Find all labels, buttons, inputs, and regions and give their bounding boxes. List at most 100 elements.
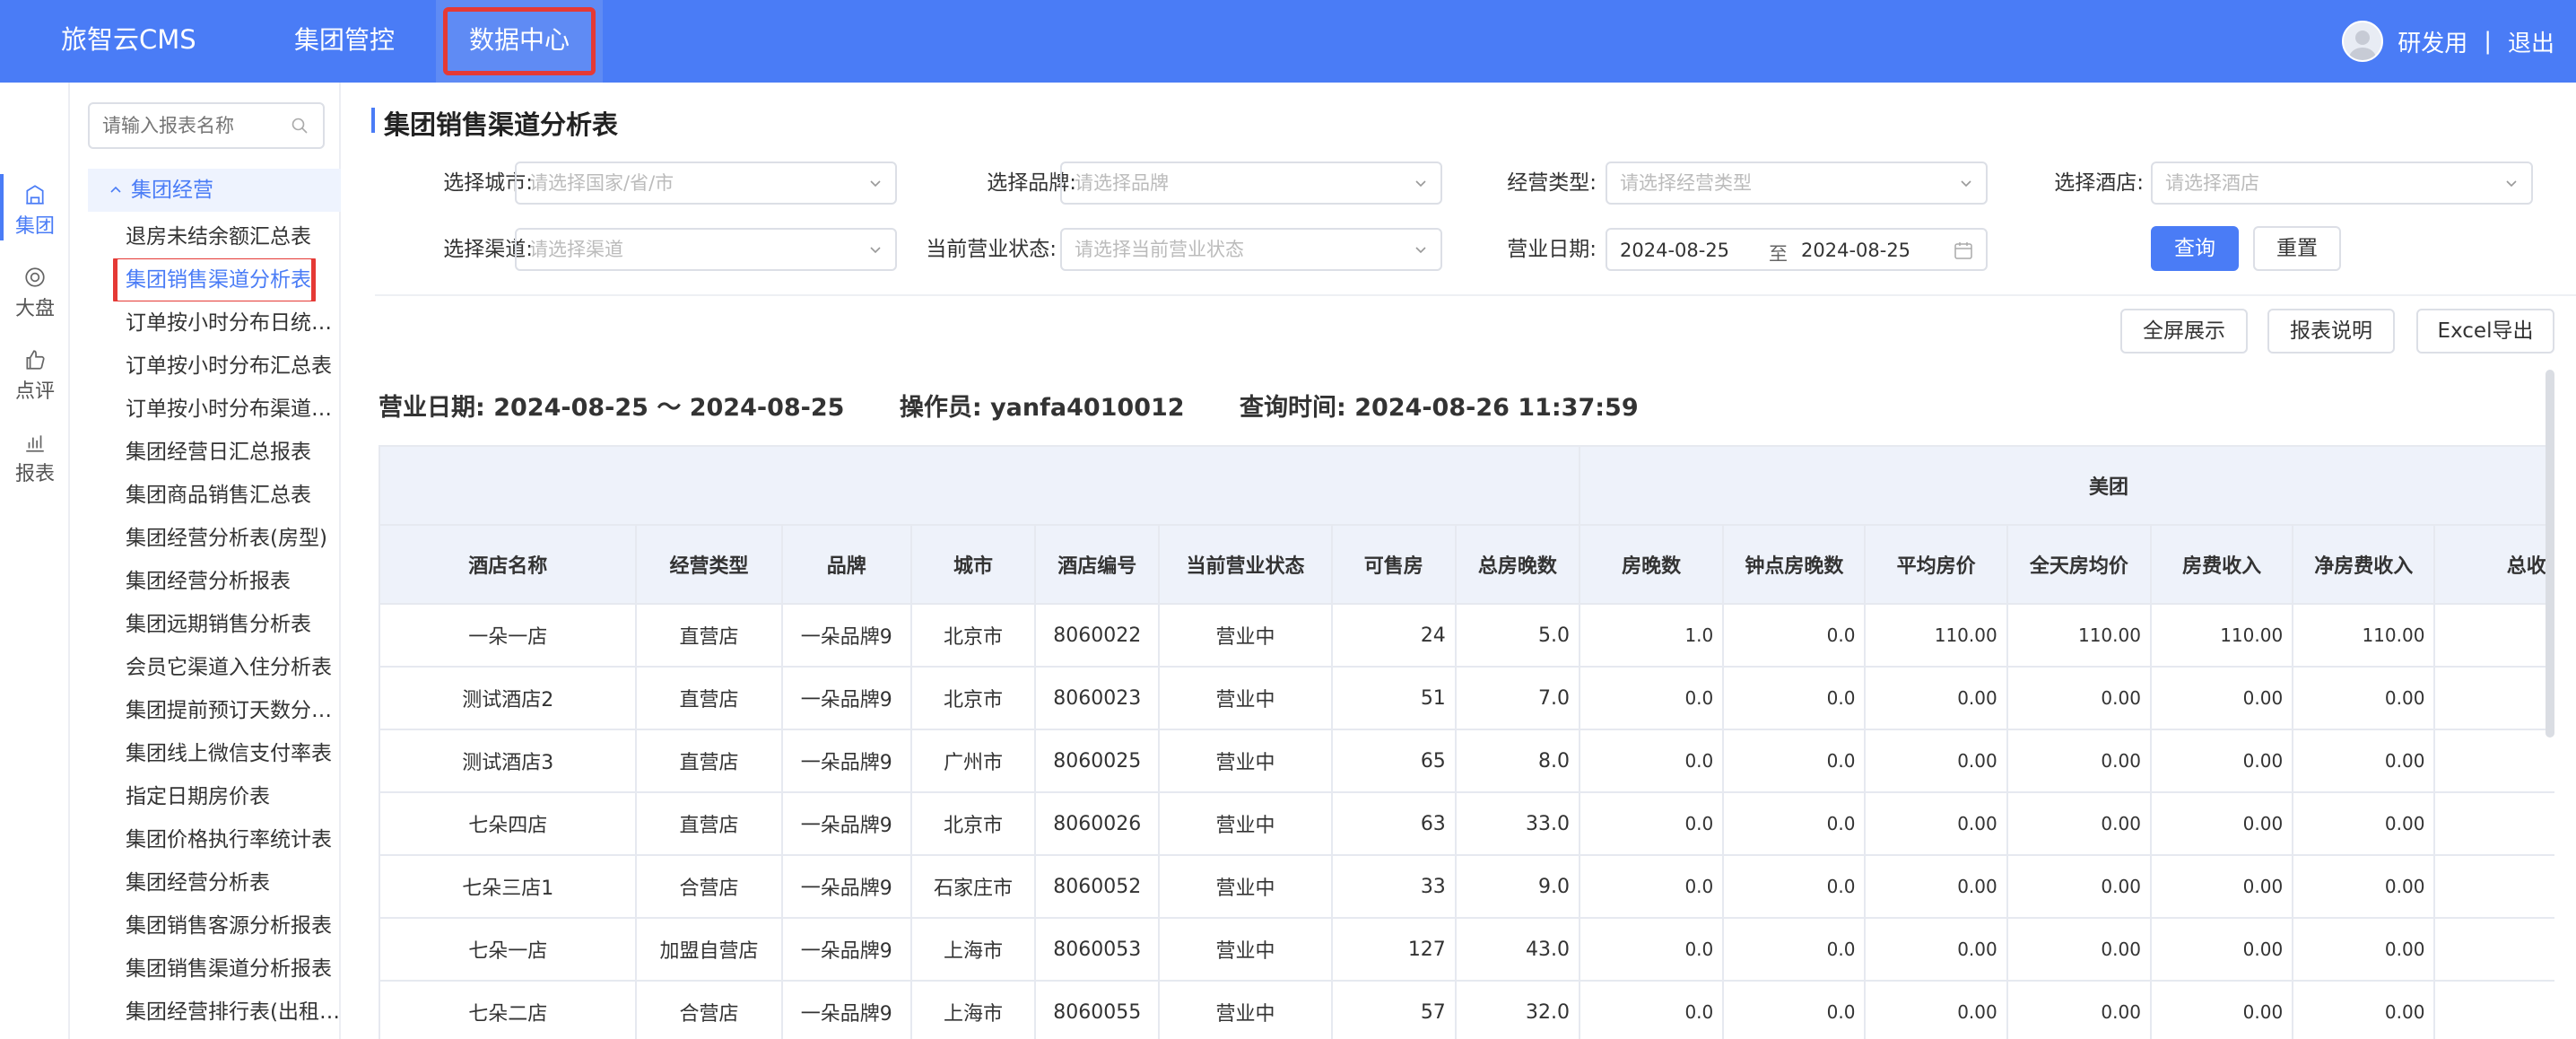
biztype-label: 经营类型: <box>1507 171 1597 195</box>
report-item[interactable]: 订单按小时分布渠道… <box>25 388 341 431</box>
report-item[interactable]: 集团价格执行率统计表 <box>25 818 341 861</box>
table-cell: 北京市 <box>909 791 1037 856</box>
table-row[interactable]: 七朵一店 加盟自营店 一朵品牌9 上海市 8060053 营业中 127 43.0 0.0 0.0… <box>379 917 2554 982</box>
table-cell: 一朵品牌9 <box>780 666 912 730</box>
biztype-select[interactable]: 请选择经营类型 <box>1606 162 1988 205</box>
table-row[interactable]: 七朵二店 合营店 一朵品牌9 上海市 8060055 营业中 57 32.0 0.0 0.0 0.0… <box>379 980 2554 1039</box>
column-header[interactable]: 总房晚数 <box>1454 524 1581 605</box>
table-row[interactable]: 七朵三店1 合营店 一朵品牌9 石家庄市 8060052 营业中 33 9.0 0.0 0.0 0.… <box>379 854 2554 919</box>
table-body: 一朵一店 直营店 一朵品牌9 北京市 8060022 营业中 24 5.0 1.0 0.0 110.… <box>379 603 2554 1039</box>
report-item[interactable]: 集团远期销售分析表 <box>25 603 341 646</box>
biztype-placeholder: 请选择经营类型 <box>1620 172 1752 194</box>
table-row[interactable]: 一朵一店 直营店 一朵品牌9 北京市 8060022 营业中 24 5.0 1.0 0.0 110.… <box>379 603 2554 668</box>
report-item[interactable]: 集团线上微信支付率表 <box>25 732 341 775</box>
city-select[interactable]: 请选择国家/省/市 <box>515 162 897 205</box>
report-item[interactable]: 会员它渠道入住分析表 <box>25 646 341 689</box>
table-cell: 0.00 <box>2292 917 2436 982</box>
table-cell: 0.00 <box>2006 666 2152 730</box>
table-header-row: 酒店名称 经营类型 品牌 城市 酒店编号 当前营业状态 可售房 总房晚数 房晚数… <box>379 524 2554 605</box>
column-header[interactable]: 品牌 <box>780 524 912 605</box>
column-header[interactable]: 钟点房晚数 <box>1722 524 1867 605</box>
user-area: 研发用 | 退出 <box>2342 0 2576 83</box>
nav-data-center[interactable]: 数据中心 <box>436 0 603 83</box>
table-cell: 24 <box>1330 603 1457 668</box>
city-placeholder: 请选择国家/省/市 <box>529 172 674 194</box>
table-cell: 0.00 <box>2149 917 2294 982</box>
logout-link[interactable]: 退出 <box>2508 25 2554 58</box>
column-header[interactable]: 平均房价 <box>1864 524 2008 605</box>
reset-button[interactable]: 重置 <box>2253 226 2341 271</box>
report-summary: 营业日期: 2024-08-25 ～ 2024-08-25 操作员: yanfa… <box>379 388 1639 423</box>
column-header[interactable]: 净房费收入 <box>2292 524 2436 605</box>
date-from[interactable]: 2024-08-25 <box>1620 240 1729 261</box>
column-header[interactable]: 房费收入 <box>2149 524 2294 605</box>
avatar[interactable] <box>2342 21 2384 62</box>
search-icon[interactable] <box>291 117 309 135</box>
column-header[interactable]: 可售房 <box>1330 524 1457 605</box>
calendar-icon[interactable] <box>1954 240 1973 260</box>
column-header[interactable]: 酒店编号 <box>1034 524 1161 605</box>
user-name[interactable]: 研发用 <box>2398 25 2467 58</box>
report-item[interactable]: 集团销售渠道分析报表 <box>25 947 341 991</box>
table-cell: 营业中 <box>1158 729 1333 793</box>
group-header-meituan: 美团 <box>1579 445 2554 526</box>
column-header[interactable]: 酒店名称 <box>379 524 638 605</box>
column-header[interactable]: 经营类型 <box>635 524 783 605</box>
report-search[interactable] <box>88 102 325 149</box>
date-range-picker[interactable]: 2024-08-25 至 2024-08-25 <box>1606 228 1988 271</box>
report-search-input[interactable] <box>102 104 291 147</box>
table-cell: 33 <box>1330 854 1457 919</box>
column-header[interactable]: 总收入 <box>2433 524 2554 605</box>
table-cell: 0.0 <box>1579 980 1725 1039</box>
fullscreen-button[interactable]: 全屏展示 <box>2120 309 2248 354</box>
report-item[interactable]: 集团销售客源分析报表 <box>25 904 341 947</box>
vertical-scrollbar[interactable] <box>2546 370 2554 738</box>
summary-operator: yanfa4010012 <box>990 394 1185 422</box>
report-note-button[interactable]: 报表说明 <box>2267 309 2395 354</box>
column-header[interactable]: 全天房均价 <box>2006 524 2152 605</box>
table-cell: 0.0 <box>1579 854 1725 919</box>
channel-placeholder: 请选择渠道 <box>529 239 623 260</box>
report-item[interactable]: 退房未结余额汇总表 <box>25 215 341 258</box>
table-cell: 0.00 <box>2006 917 2152 982</box>
date-to[interactable]: 2024-08-25 <box>1801 240 1910 261</box>
column-header[interactable]: 城市 <box>909 524 1037 605</box>
report-item-selected[interactable]: 集团销售渠道分析表 <box>25 258 341 301</box>
table-cell: 110.0 <box>2433 603 2554 668</box>
column-header[interactable]: 房晚数 <box>1579 524 1725 605</box>
table-cell: 测试酒店2 <box>379 666 638 730</box>
chevron-down-icon <box>1415 180 1426 188</box>
app-brand[interactable]: 旅智云CMS <box>61 0 196 83</box>
report-item[interactable]: 集团提前预订天数分… <box>25 689 341 732</box>
table-cell: 0.00 <box>2292 729 2436 793</box>
table-cell: 上海市 <box>909 917 1037 982</box>
report-list: 退房未结余额汇总表 集团销售渠道分析表 订单按小时分布日统… 订单按小时分布汇总… <box>88 215 341 1034</box>
table-row[interactable]: 测试酒店3 直营店 一朵品牌9 广州市 8060025 营业中 65 8.0 0.0 0.0 0.0… <box>379 729 2554 793</box>
report-item[interactable]: 订单按小时分布汇总表 <box>25 345 341 388</box>
summary-operator-label: 操作员: <box>899 394 982 422</box>
channel-select[interactable]: 请选择渠道 <box>515 228 897 271</box>
chevron-up-icon <box>110 186 121 193</box>
table-row[interactable]: 测试酒店2 直营店 一朵品牌9 北京市 8060023 营业中 51 7.0 0.0 0.0 0.0… <box>379 666 2554 730</box>
report-item[interactable]: 指定日期房价表 <box>25 775 341 818</box>
report-item[interactable]: 集团经营分析表(房型) <box>25 517 341 560</box>
table-cell: 直营店 <box>635 729 783 793</box>
report-item[interactable]: 集团经营排行表(出租率) <box>25 991 341 1034</box>
report-table-container[interactable]: 美团 酒店名称 经营类型 品牌 城市 酒店编号 当前营业状态 可售房 总房晚数 … <box>379 445 2554 1039</box>
hotel-select[interactable]: 请选择酒店 <box>2151 162 2533 205</box>
report-item[interactable]: 集团经营分析报表 <box>25 560 341 603</box>
table-cell: 测试酒店3 <box>379 729 638 793</box>
summary-date-range: 2024-08-25 ～ 2024-08-25 <box>493 394 845 422</box>
report-item[interactable]: 集团经营分析表 <box>25 861 341 904</box>
query-button[interactable]: 查询 <box>2151 226 2239 271</box>
table-row[interactable]: 七朵四店 直营店 一朵品牌9 北京市 8060026 营业中 63 33.0 0.0 0.0 0.0… <box>379 791 2554 856</box>
tree-root-group-operations[interactable]: 集团经营 <box>88 169 341 212</box>
excel-export-button[interactable]: Excel导出 <box>2416 309 2554 354</box>
brand-select[interactable]: 请选择品牌 <box>1060 162 1442 205</box>
nav-group-control[interactable]: 集团管控 <box>265 0 423 83</box>
column-header[interactable]: 当前营业状态 <box>1158 524 1333 605</box>
report-item[interactable]: 订单按小时分布日统… <box>25 301 341 345</box>
report-item[interactable]: 集团经营日汇总报表 <box>25 431 341 474</box>
report-item[interactable]: 集团商品销售汇总表 <box>25 474 341 517</box>
status-select[interactable]: 请选择当前营业状态 <box>1060 228 1442 271</box>
